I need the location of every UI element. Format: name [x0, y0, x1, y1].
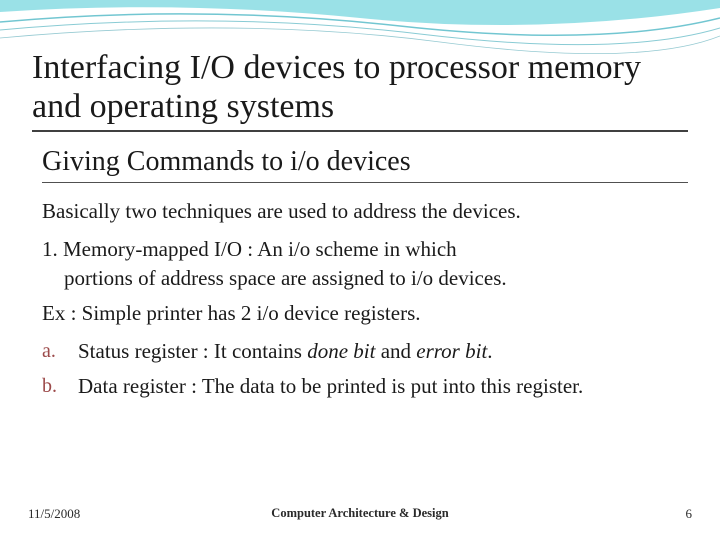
lettered-list: a. Status register : It contains done bi…: [42, 337, 688, 402]
content-area: Basically two techniques are used to add…: [42, 197, 688, 401]
item1-lead: 1. Memory-mapped I/O : An i/o scheme in …: [42, 237, 457, 261]
a-pre: Status register : It contains: [78, 339, 307, 363]
slide-title: Interfacing I/O devices to processor mem…: [32, 48, 688, 126]
done-bit-term: done bit: [307, 339, 375, 363]
list-item-b: b. Data register : The data to be printe…: [42, 372, 688, 401]
numbered-item-1: 1. Memory-mapped I/O : An i/o scheme in …: [42, 235, 688, 294]
footer-date: 11/5/2008: [28, 506, 80, 522]
slide: Interfacing I/O devices to processor mem…: [0, 0, 720, 540]
footer-page-number: 6: [686, 506, 693, 522]
error-bit-term: error bit: [416, 339, 487, 363]
footer-title: Computer Architecture & Design: [271, 506, 448, 521]
a-and: and: [375, 339, 416, 363]
slide-subtitle: Giving Commands to i/o devices: [42, 146, 688, 178]
item1-cont: portions of address space are assigned t…: [42, 264, 688, 293]
body-b: Data register : The data to be printed i…: [78, 372, 688, 401]
marker-a: a.: [42, 337, 78, 366]
marker-b: b.: [42, 372, 78, 401]
example-text: Ex : Simple printer has 2 i/o device reg…: [42, 299, 688, 328]
intro-text: Basically two techniques are used to add…: [42, 197, 688, 226]
subtitle-underline: [42, 182, 688, 183]
body-a: Status register : It contains done bit a…: [78, 337, 688, 366]
a-period: .: [487, 339, 492, 363]
footer: 11/5/2008 Computer Architecture & Design…: [0, 506, 720, 522]
title-underline: [32, 130, 688, 132]
list-item-a: a. Status register : It contains done bi…: [42, 337, 688, 366]
